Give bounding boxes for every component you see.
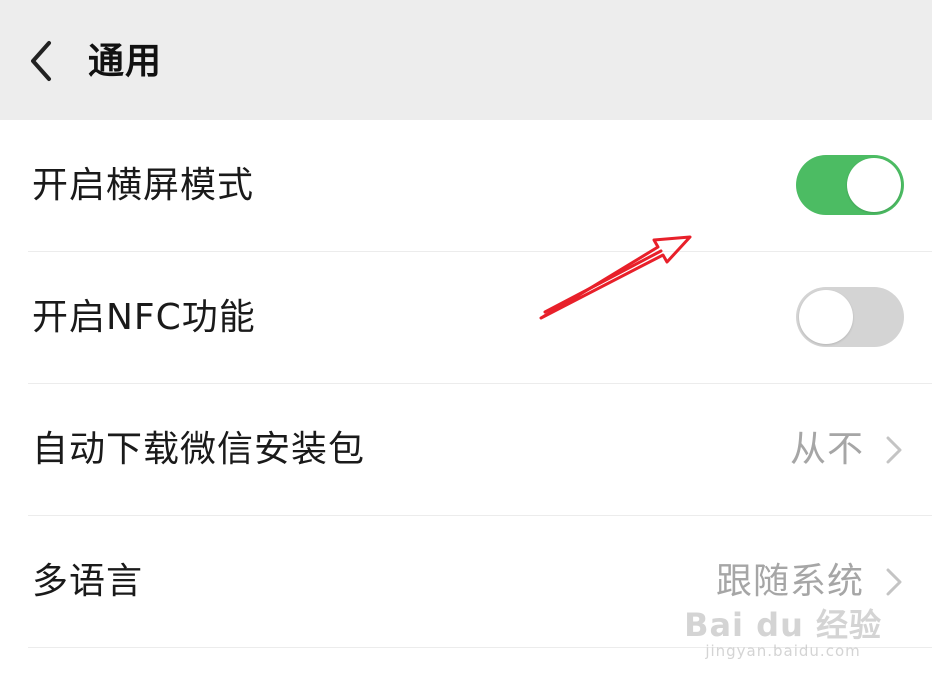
nfc-toggle[interactable] xyxy=(796,287,904,347)
setting-label-auto-download: 自动下载微信安装包 xyxy=(32,429,366,470)
toggle-knob xyxy=(847,158,901,212)
setting-label-nfc: 开启NFC功能 xyxy=(32,297,256,338)
landscape-toggle[interactable] xyxy=(796,155,904,215)
setting-label-language: 多语言 xyxy=(32,561,144,602)
page-title: 通用 xyxy=(88,41,163,82)
chevron-left-icon xyxy=(31,41,51,81)
settings-list: 开启横屏模式 开启NFC功能 自动下载微信安装包 从不 多语言 跟随系统 xyxy=(0,120,932,648)
setting-row-landscape: 开启横屏模式 xyxy=(0,120,932,252)
toggle-knob xyxy=(799,290,853,344)
setting-value-auto-download: 从不 xyxy=(789,429,864,470)
chevron-right-icon xyxy=(886,436,902,464)
back-button[interactable] xyxy=(16,36,66,86)
setting-row-auto-download[interactable]: 自动下载微信安装包 从不 xyxy=(0,384,932,516)
setting-value-language: 跟随系统 xyxy=(715,561,864,602)
row-divider xyxy=(28,647,932,648)
chevron-right-icon xyxy=(886,568,902,596)
setting-row-language[interactable]: 多语言 跟随系统 xyxy=(0,516,932,648)
nav-header: 通用 xyxy=(0,0,932,120)
setting-label-landscape: 开启横屏模式 xyxy=(32,165,255,206)
setting-row-nfc: 开启NFC功能 xyxy=(0,252,932,384)
